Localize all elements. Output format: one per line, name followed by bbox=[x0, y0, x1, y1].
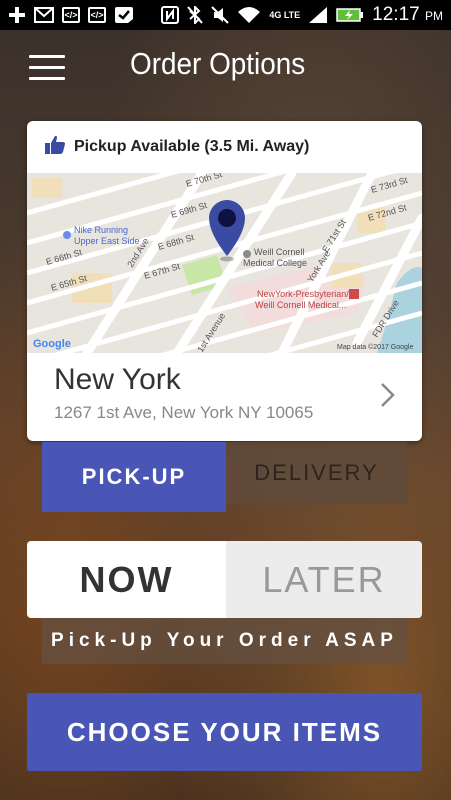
code-icon: </> bbox=[88, 7, 106, 23]
page-title: Order Options bbox=[130, 46, 306, 81]
status-bar: </> </> 4G LTE 12:17 PM bbox=[0, 0, 451, 30]
signal-icon bbox=[308, 6, 328, 24]
now-button[interactable]: NOW bbox=[27, 541, 226, 618]
gmail-icon bbox=[34, 7, 54, 23]
thumbs-up-icon bbox=[44, 135, 66, 159]
choose-items-button[interactable]: CHOOSE YOUR ITEMS bbox=[27, 693, 422, 771]
pickup-availability: Pickup Available (3.5 Mi. Away) bbox=[27, 121, 422, 173]
app-header: Order Options bbox=[0, 40, 451, 96]
wifi-icon bbox=[237, 6, 261, 24]
google-logo: Google bbox=[33, 338, 71, 350]
battery-icon bbox=[336, 7, 364, 23]
map-place-label: Weill Cornell Medical... bbox=[255, 300, 346, 310]
status-bar-system: 4G LTE 12:17 PM bbox=[161, 4, 443, 26]
location-card: Pickup Available (3.5 Mi. Away) E 70th S… bbox=[27, 121, 422, 441]
check-icon bbox=[114, 6, 134, 24]
map-attribution: Map data ©2017 Google bbox=[337, 343, 413, 351]
store-map[interactable]: E 70th St E 69th St E 68th St E 67th St … bbox=[27, 173, 422, 353]
map-place-label: Nike Running bbox=[74, 225, 128, 235]
map-place-label: NewYork-Presbyterian/ bbox=[257, 289, 349, 299]
pickup-button[interactable]: PICK-UP bbox=[42, 442, 226, 512]
store-location-row[interactable]: New York 1267 1st Ave, New York NY 10065 bbox=[27, 353, 422, 441]
later-button[interactable]: LATER bbox=[226, 541, 422, 618]
bluetooth-off-icon bbox=[187, 6, 204, 24]
map-place-label: Upper East Side bbox=[74, 236, 140, 246]
nfc-icon bbox=[161, 6, 180, 24]
store-address: 1267 1st Ave, New York NY 10065 bbox=[54, 403, 314, 422]
delivery-button[interactable]: DELIVERY bbox=[226, 442, 407, 504]
mute-icon bbox=[211, 6, 230, 24]
pickup-availability-text: Pickup Available (3.5 Mi. Away) bbox=[74, 138, 310, 155]
network-type: 4G LTE bbox=[269, 10, 301, 20]
hamburger-menu-icon[interactable] bbox=[29, 55, 65, 81]
map-place-label: Medical College bbox=[243, 258, 307, 268]
timing-message: Pick-Up Your Order ASAP bbox=[42, 618, 407, 664]
code-icon: </> bbox=[62, 7, 80, 23]
clock: 12:17 PM bbox=[372, 4, 443, 25]
map-place-label: Weill Cornell bbox=[254, 247, 304, 257]
chevron-right-icon bbox=[378, 381, 398, 409]
timing-toggle: NOW LATER bbox=[27, 541, 422, 618]
store-city: New York bbox=[54, 363, 181, 396]
status-bar-notifications: </> </> bbox=[8, 6, 134, 24]
add-icon bbox=[8, 6, 26, 24]
order-type-toggle: PICK-UP DELIVERY bbox=[42, 442, 407, 512]
